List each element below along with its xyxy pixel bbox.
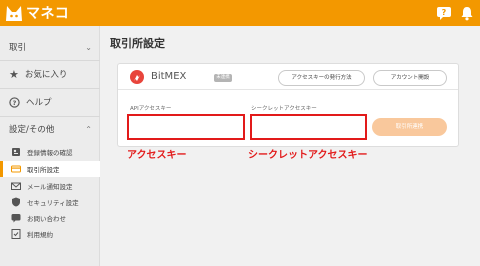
app-logo[interactable]: マネコ	[4, 3, 69, 23]
api-key-input[interactable]	[127, 114, 245, 140]
sidebar: 取引 ⌄ ★ お気に入り ? ヘルプ 設定/その他 ⌃ 登録情報の確認 取引所設…	[0, 26, 100, 266]
sidebar-item-label: お問い合わせ	[27, 215, 66, 223]
exchange-name: BitMEX	[151, 71, 187, 82]
page-title: 取引所設定	[110, 37, 165, 50]
sidebar-item-mail-settings[interactable]: メール通知設定	[0, 178, 100, 194]
open-account-button[interactable]: アカウント開設	[373, 70, 447, 86]
sidebar-item-security[interactable]: セキュリティ設定	[0, 194, 100, 210]
bell-icon[interactable]	[459, 5, 475, 21]
checklist-icon	[11, 229, 21, 239]
sidebar-item-registration[interactable]: 登録情報の確認	[0, 144, 100, 160]
sidebar-section-label: 設定/その他	[9, 125, 55, 135]
sidebar-item-label: 利用規約	[27, 231, 53, 239]
sidebar-item-label: 取引所設定	[27, 166, 60, 174]
card-icon	[11, 164, 21, 174]
divider	[0, 88, 100, 89]
sidebar-item-favorites[interactable]: ★ お気に入り	[0, 66, 100, 82]
sidebar-item-label: メール通知設定	[27, 183, 73, 191]
connect-exchange-button[interactable]: 取引所連携	[372, 118, 447, 136]
shield-icon	[11, 197, 21, 207]
sidebar-section-label: お気に入り	[24, 70, 68, 80]
help-circle-icon: ?	[9, 96, 20, 108]
sidebar-item-contact[interactable]: お問い合わせ	[0, 210, 100, 226]
mail-icon	[11, 181, 21, 191]
status-badge: 未連携	[214, 74, 232, 82]
chevron-down-icon: ⌄	[85, 42, 92, 52]
api-key-annotation: アクセスキー	[127, 150, 187, 161]
sidebar-item-terms[interactable]: 利用規約	[0, 226, 100, 242]
chat-icon	[11, 213, 21, 223]
sidebar-item-exchange-settings[interactable]: 取引所設定	[0, 161, 100, 177]
access-key-howto-button[interactable]: アクセスキーの発行方法	[278, 70, 365, 86]
divider	[0, 60, 100, 61]
svg-text:?: ?	[442, 8, 447, 17]
sidebar-section-settings[interactable]: 設定/その他 ⌃	[0, 122, 100, 136]
app-name: マネコ	[26, 6, 70, 22]
chat-help-icon[interactable]: ?	[436, 5, 452, 21]
sidebar-section-trade[interactable]: 取引 ⌄	[0, 40, 100, 54]
cat-logo-icon	[6, 6, 22, 21]
sidebar-section-label: ヘルプ	[26, 98, 52, 108]
sidebar-item-label: 登録情報の確認	[27, 149, 73, 157]
secret-key-annotation: シークレットアクセスキー	[248, 150, 368, 161]
svg-text:?: ?	[13, 98, 17, 106]
secret-key-label: シークレットアクセスキー	[251, 106, 317, 112]
sidebar-item-label: セキュリティ設定	[27, 199, 79, 207]
divider	[0, 116, 100, 117]
top-bar: マネコ ?	[0, 0, 480, 26]
sidebar-section-label: 取引	[9, 43, 27, 53]
bitmex-logo-icon	[130, 70, 144, 84]
sidebar-item-help[interactable]: ? ヘルプ	[0, 94, 100, 110]
api-key-label: APIアクセスキー	[130, 106, 172, 112]
star-icon: ★	[9, 67, 19, 81]
chevron-up-icon: ⌃	[85, 124, 92, 134]
secret-key-input[interactable]	[250, 114, 367, 140]
id-card-icon	[11, 147, 21, 157]
